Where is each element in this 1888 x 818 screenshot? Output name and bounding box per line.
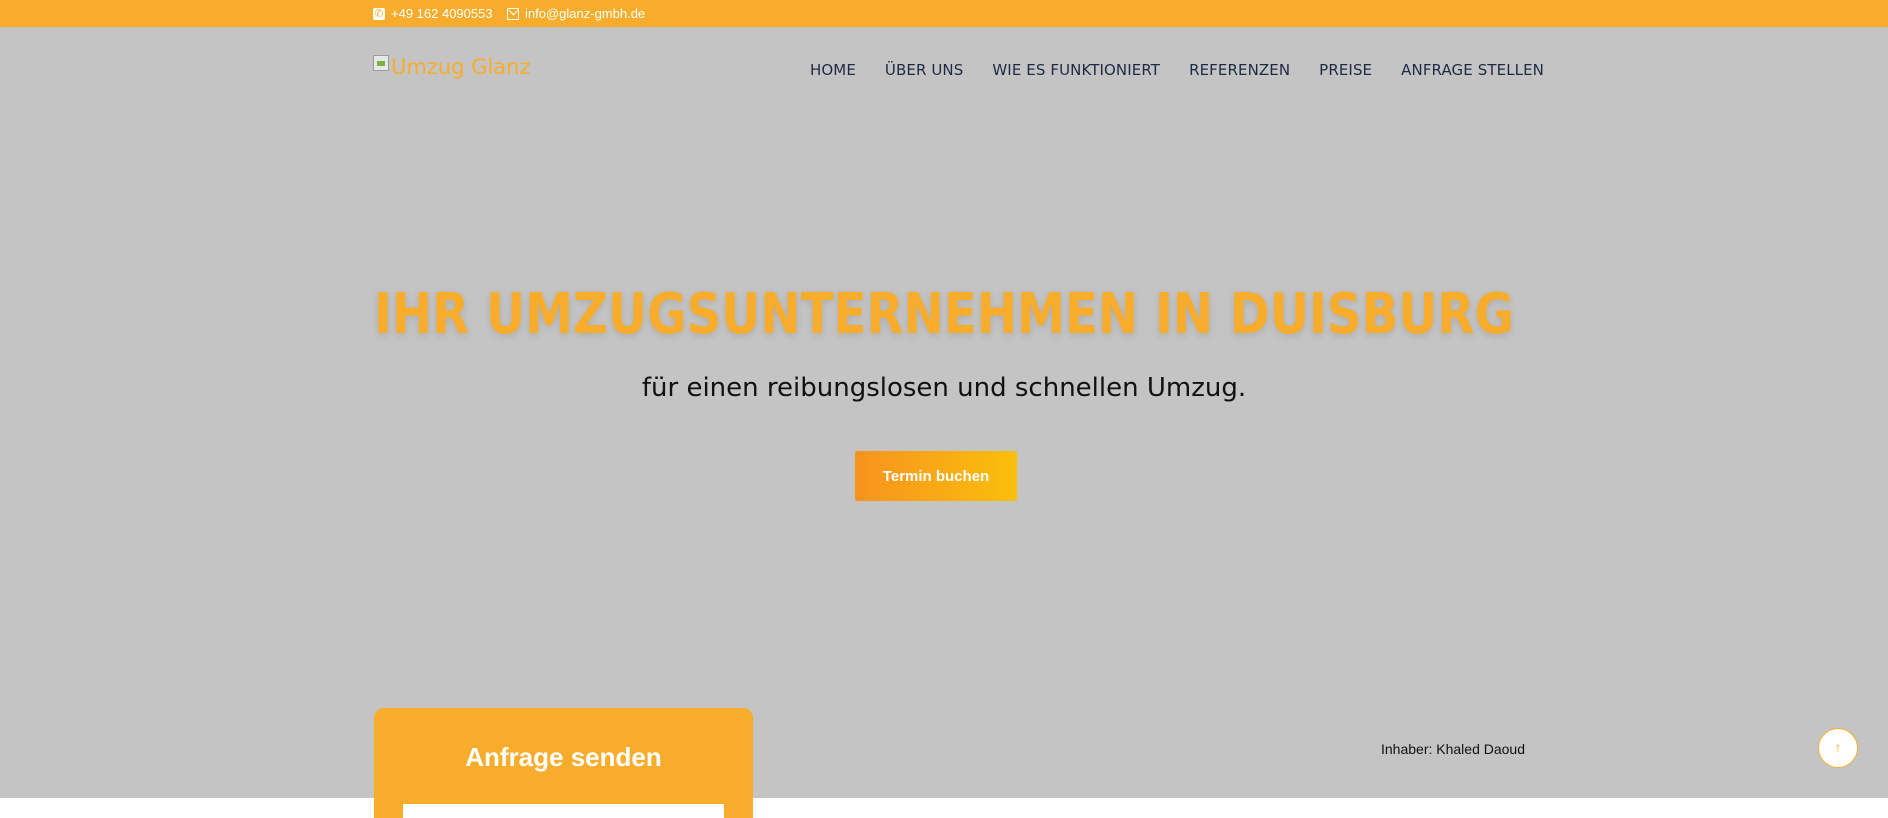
nav-ueber-uns[interactable]: ÜBER UNS (885, 61, 963, 79)
nav-home[interactable]: HOME (810, 61, 856, 79)
site-logo[interactable]: Umzug Glanz (373, 55, 530, 79)
phone-number[interactable]: +49 162 4090553 (391, 6, 493, 21)
email-address[interactable]: info@glanz-gmbh.de (525, 6, 645, 21)
hero-title: IHR UMZUGSUNTERNEHMEN IN DUISBURG (373, 282, 1515, 347)
email-contact[interactable]: info@glanz-gmbh.de (507, 6, 645, 21)
arrow-up-icon: ↑ (1834, 739, 1842, 755)
main-navigation: HOME ÜBER UNS WIE ES FUNKTIONIERT REFERE… (810, 61, 1544, 79)
broken-image-icon (373, 55, 389, 71)
book-appointment-button[interactable]: Termin buchen (855, 451, 1017, 501)
top-contact-bar: ✆ +49 162 4090553 info@glanz-gmbh.de (0, 0, 1888, 27)
form-first-field[interactable] (403, 804, 724, 818)
hero-section (0, 27, 1888, 798)
phone-icon: ✆ (373, 7, 385, 20)
form-heading: Anfrage senden (465, 742, 662, 772)
inquiry-form-card: Anfrage senden (374, 708, 753, 818)
hero-subtitle: für einen reibungslosen und schnellen Um… (641, 373, 1247, 403)
nav-preise[interactable]: PREISE (1319, 61, 1372, 79)
scroll-to-top-button[interactable]: ↑ (1818, 728, 1858, 768)
logo-alt-text: Umzug Glanz (391, 55, 531, 79)
envelope-icon (507, 7, 519, 20)
phone-contact[interactable]: ✆ +49 162 4090553 (373, 6, 493, 21)
nav-anfrage-stellen[interactable]: ANFRAGE STELLEN (1401, 61, 1544, 79)
nav-wie-es-funktioniert[interactable]: WIE ES FUNKTIONIERT (992, 61, 1160, 79)
owner-label: Inhaber: Khaled Daoud (1381, 741, 1525, 757)
nav-referenzen[interactable]: REFERENZEN (1189, 61, 1290, 79)
